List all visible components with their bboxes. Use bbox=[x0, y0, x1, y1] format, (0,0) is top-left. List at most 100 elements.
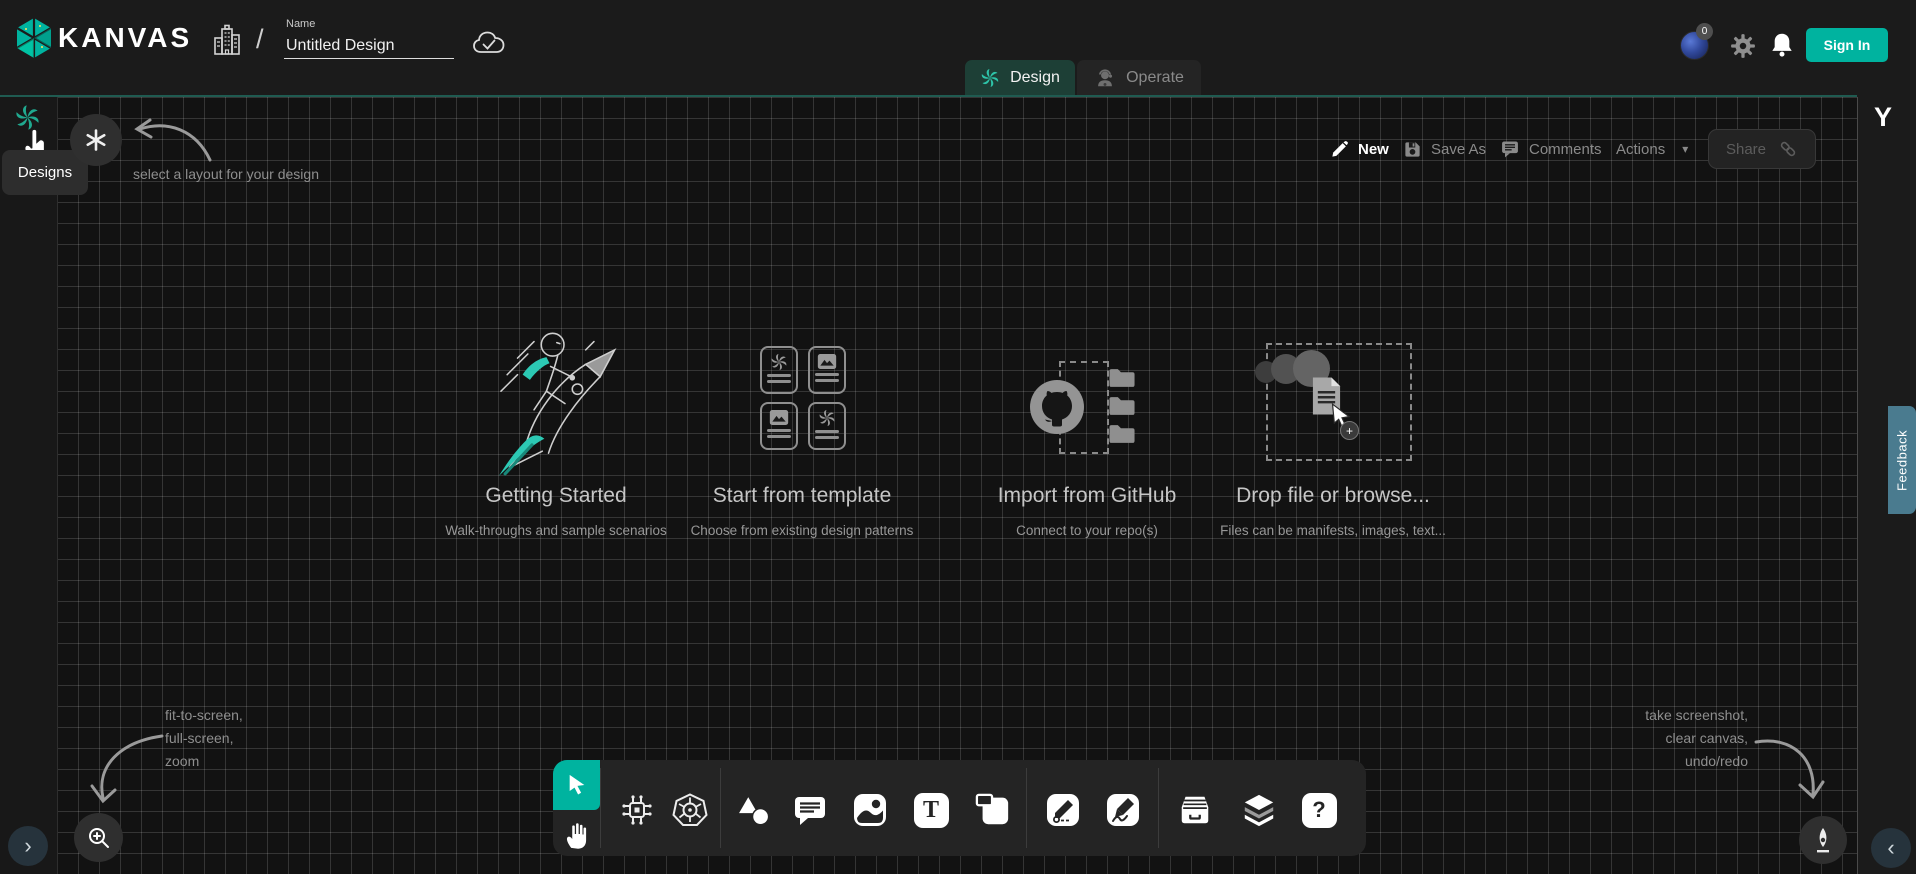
tab-operate-label: Operate bbox=[1126, 69, 1184, 87]
share-label: Share bbox=[1726, 141, 1766, 158]
zoom-in-icon bbox=[87, 826, 111, 850]
zoom-button[interactable] bbox=[74, 813, 123, 862]
repo-folder-icon bbox=[1107, 394, 1137, 417]
template-tile bbox=[760, 402, 798, 450]
component-tool[interactable] bbox=[619, 792, 655, 828]
kanvas-logo-icon[interactable] bbox=[14, 16, 54, 60]
expand-left-panel-button[interactable]: › bbox=[8, 826, 48, 866]
design-name-label: Name bbox=[286, 18, 315, 30]
canvas-top-rule bbox=[0, 95, 1857, 97]
github-octocat-icon bbox=[1027, 377, 1087, 437]
tab-design-label: Design bbox=[1010, 69, 1060, 87]
pen-nib-icon bbox=[1811, 825, 1835, 855]
kanvas-app: KANVAS / Name bbox=[0, 0, 1916, 874]
help-glyph: ? bbox=[1312, 797, 1325, 823]
new-button[interactable]: New bbox=[1330, 131, 1389, 167]
card-title-template[interactable]: Start from template bbox=[672, 484, 932, 508]
notification-count-badge: 0 bbox=[1696, 23, 1713, 40]
layers-tool[interactable] bbox=[1241, 792, 1277, 828]
card-subtitle-template: Choose from existing design patterns bbox=[662, 523, 942, 538]
new-label: New bbox=[1358, 141, 1389, 158]
comment-tool[interactable] bbox=[792, 792, 828, 828]
pan-tool[interactable] bbox=[562, 818, 591, 850]
pencil-icon bbox=[1330, 140, 1349, 159]
share-button[interactable]: Share bbox=[1708, 129, 1816, 169]
design-name-input[interactable] bbox=[284, 34, 454, 59]
zoom-hint-arrow bbox=[88, 728, 170, 812]
chevron-down-icon: ▾ bbox=[1682, 142, 1688, 156]
canvas-actions-button[interactable] bbox=[1799, 816, 1847, 864]
note-tool[interactable] bbox=[975, 792, 1011, 828]
tab-design[interactable]: Design bbox=[965, 60, 1075, 96]
header-bar: KANVAS / Name bbox=[0, 0, 1916, 96]
provider-logo[interactable]: Y bbox=[1874, 102, 1892, 133]
kubernetes-tool[interactable] bbox=[672, 792, 708, 828]
card-subtitle-getting-started: Walk-throughs and sample scenarios bbox=[416, 523, 696, 538]
image-icon bbox=[817, 353, 837, 370]
design-tab-icon bbox=[980, 68, 1000, 88]
cursor-tool[interactable] bbox=[553, 760, 600, 810]
help-tool[interactable]: ? bbox=[1301, 792, 1337, 828]
canvas-actions-hint-text: take screenshot, clear canvas, undo/redo bbox=[1588, 704, 1748, 773]
dock-divider bbox=[600, 768, 601, 848]
left-strip bbox=[0, 97, 58, 874]
template-tile bbox=[808, 346, 846, 394]
layout-asterisk-icon bbox=[84, 128, 108, 152]
plus-badge-icon: + bbox=[1340, 421, 1359, 440]
sign-in-button[interactable]: Sign In bbox=[1806, 28, 1888, 62]
feedback-tab[interactable]: Feedback bbox=[1888, 406, 1916, 514]
layout-hint-arrow bbox=[128, 112, 214, 166]
card-title-dropfile[interactable]: Drop file or browse... bbox=[1203, 484, 1463, 508]
link-icon bbox=[1778, 139, 1798, 159]
tab-operate[interactable]: Operate bbox=[1077, 60, 1201, 96]
operate-tab-icon bbox=[1094, 67, 1116, 89]
cursor-icon bbox=[566, 773, 588, 797]
organization-icon[interactable] bbox=[212, 24, 242, 58]
getting-started-illustration[interactable] bbox=[485, 323, 643, 478]
sketch-tool[interactable] bbox=[1105, 792, 1141, 828]
card-subtitle-github: Connect to your repo(s) bbox=[947, 523, 1227, 538]
dock-divider bbox=[1158, 768, 1159, 848]
brand-wordmark: KANVAS bbox=[58, 22, 192, 54]
design-pattern-icon bbox=[770, 353, 788, 371]
hint-line: full-screen, bbox=[165, 727, 243, 750]
canvas-actions-hint-arrow bbox=[1752, 732, 1828, 806]
hint-line: zoom bbox=[165, 750, 243, 773]
comments-label: Comments bbox=[1529, 141, 1602, 158]
card-title-getting-started[interactable]: Getting Started bbox=[426, 484, 686, 508]
actions-label: Actions bbox=[1616, 141, 1665, 158]
comments-button[interactable]: Comments bbox=[1500, 131, 1602, 167]
comment-icon bbox=[1500, 139, 1520, 159]
dock-divider bbox=[720, 768, 721, 848]
layout-hint-text: select a layout for your design bbox=[133, 163, 373, 186]
design-pattern-icon bbox=[818, 409, 836, 427]
template-tile bbox=[760, 346, 798, 394]
card-title-github[interactable]: Import from GitHub bbox=[957, 484, 1217, 508]
save-as-button[interactable]: Save As bbox=[1403, 131, 1486, 167]
repo-folder-icon bbox=[1107, 366, 1137, 389]
hint-line: fit-to-screen, bbox=[165, 704, 243, 727]
hint-line: undo/redo bbox=[1588, 750, 1748, 773]
image-icon bbox=[769, 409, 789, 426]
collapse-right-panel-button[interactable]: ‹ bbox=[1871, 828, 1911, 868]
layout-selector-button[interactable] bbox=[70, 114, 122, 166]
settings-gear-icon[interactable] bbox=[1730, 33, 1756, 59]
notifications-bell-icon[interactable] bbox=[1769, 31, 1795, 59]
image-tool[interactable] bbox=[852, 792, 888, 828]
repo-folder-icon bbox=[1107, 422, 1137, 445]
cloud-saved-icon bbox=[472, 29, 506, 57]
zoom-hint-text: fit-to-screen, full-screen, zoom bbox=[165, 704, 243, 773]
text-tool[interactable]: T bbox=[913, 792, 949, 828]
pen-tool[interactable] bbox=[1045, 792, 1081, 828]
hint-line: take screenshot, bbox=[1588, 704, 1748, 727]
drawer-tool[interactable] bbox=[1177, 792, 1213, 828]
template-tile bbox=[808, 402, 846, 450]
hint-line: clear canvas, bbox=[1588, 727, 1748, 750]
save-icon bbox=[1403, 140, 1422, 159]
dock-divider bbox=[1026, 768, 1027, 848]
actions-dropdown[interactable]: Actions ▾ bbox=[1616, 131, 1688, 167]
shapes-tool[interactable] bbox=[735, 792, 771, 828]
save-as-label: Save As bbox=[1431, 141, 1486, 158]
breadcrumb-separator: / bbox=[256, 24, 264, 55]
text-tool-glyph: T bbox=[923, 797, 939, 824]
